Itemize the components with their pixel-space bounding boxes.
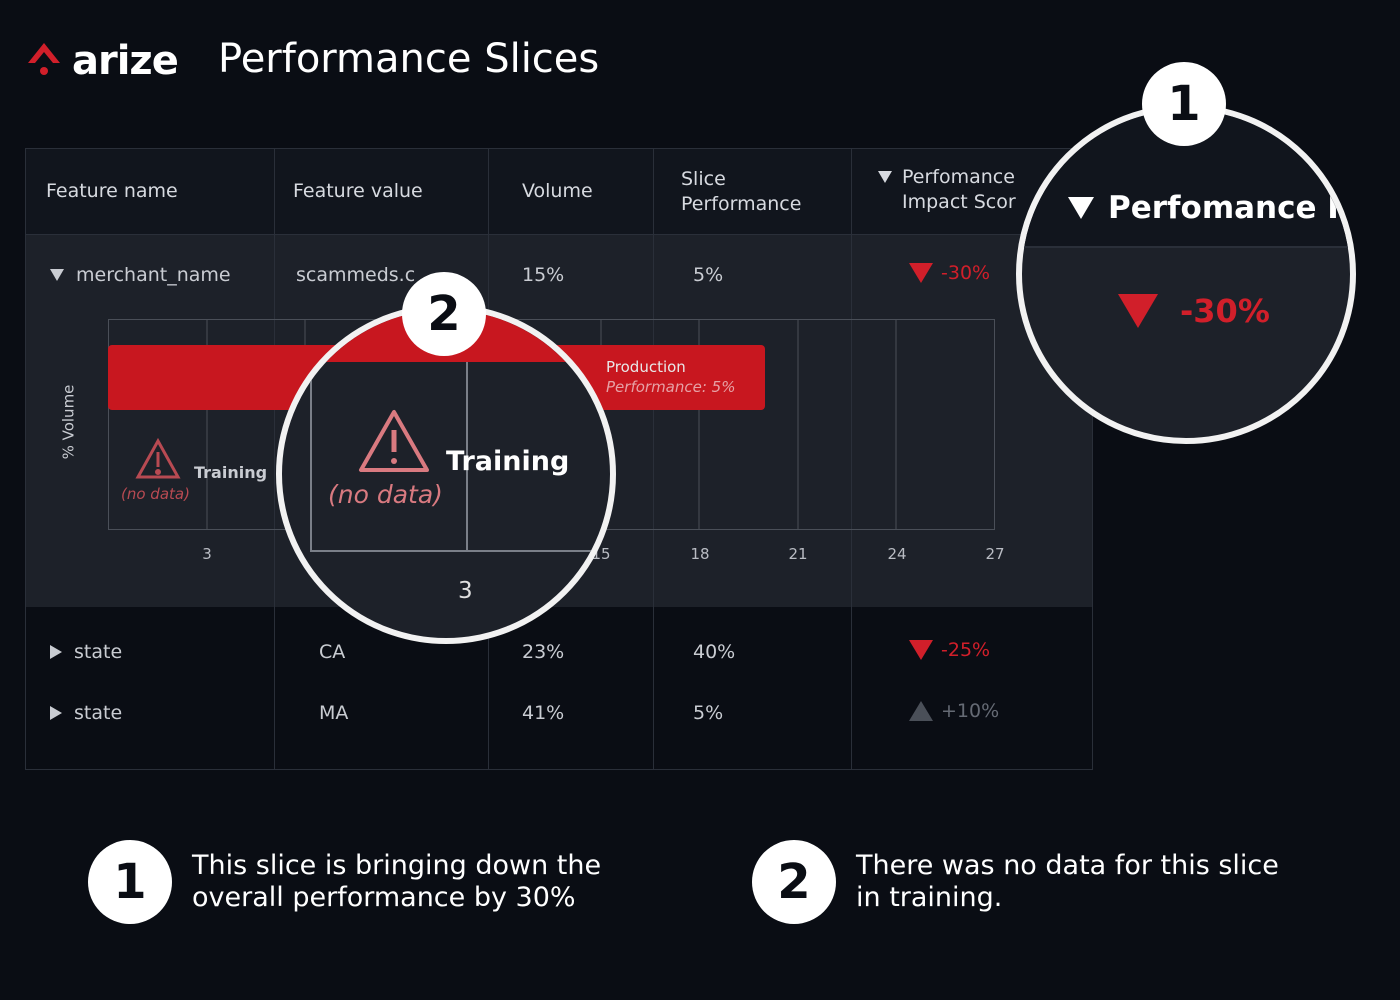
row-feature-value: scammeds.c — [296, 264, 416, 286]
header-feature-value[interactable]: Feature value — [293, 149, 423, 234]
impact-value: -30% — [941, 262, 991, 284]
no-data-label: (no data) — [121, 485, 190, 503]
zoom-impact-value: -30% — [1180, 292, 1270, 330]
header-slice-performance-line1: Slice — [681, 167, 726, 190]
zoom-no-data-label: (no data) — [328, 480, 443, 509]
brand-name: arize — [72, 38, 179, 84]
x-tick: 27 — [985, 545, 1005, 563]
y-axis-label: % Volume — [59, 384, 78, 460]
production-label: Production Performance: 5% — [606, 358, 736, 396]
zoom-tick: 3 — [458, 578, 473, 604]
header-impact-line1: Perfomance — [902, 166, 1015, 188]
sort-desc-icon — [1068, 197, 1094, 219]
warning-icon — [135, 437, 181, 479]
arrow-up-icon — [909, 701, 933, 721]
x-tick: 21 — [788, 545, 808, 563]
row-slice-performance: 5% — [693, 264, 724, 286]
x-tick: 18 — [690, 545, 710, 563]
row-feature-value: CA — [319, 641, 346, 663]
row-feature-name: state — [74, 641, 123, 663]
header-slice-performance-line2: Performance — [681, 192, 802, 215]
zoom-impact-header: Perfomance I — [1108, 190, 1339, 226]
impact-value: +10% — [941, 700, 1000, 722]
x-tick: 24 — [887, 545, 907, 563]
zoom-badge-1: 1 — [1142, 62, 1226, 146]
callout-text-1: This slice is bringing down the overall … — [192, 850, 602, 913]
expand-icon[interactable] — [50, 706, 62, 720]
header-volume[interactable]: Volume — [522, 149, 593, 234]
row-volume: 23% — [522, 641, 565, 663]
page-title: Performance Slices — [218, 36, 600, 82]
row-impact-score: +10% — [909, 700, 999, 722]
row-impact-score: -30% — [909, 262, 990, 284]
table-row-2-feature[interactable]: state — [50, 641, 122, 663]
zoom-training-label: Training — [446, 446, 570, 477]
zoom-badge-2: 2 — [402, 272, 486, 356]
x-tick: 3 — [202, 545, 212, 563]
expand-icon[interactable] — [50, 645, 62, 659]
row-volume: 41% — [522, 702, 565, 724]
callout-badge-1: 1 — [88, 840, 172, 924]
row-slice-performance: 40% — [693, 641, 736, 663]
header-feature-name[interactable]: Feature name — [46, 149, 178, 234]
zoom-circle-impact: Perfomance I -30% — [1016, 104, 1356, 444]
row-volume: 15% — [522, 264, 565, 286]
row-slice-performance: 5% — [693, 702, 724, 724]
header-impact-line2: Impact Scor — [902, 191, 1016, 213]
warning-icon — [359, 410, 429, 472]
header-slice-performance[interactable]: Slice Performance — [681, 149, 801, 234]
callout-badge-2: 2 — [752, 840, 836, 924]
row-feature-name: state — [74, 702, 123, 724]
arrow-down-icon — [909, 640, 933, 660]
row-impact-score: -25% — [909, 639, 990, 661]
arrow-down-icon — [1118, 294, 1158, 328]
row-feature-value: MA — [319, 702, 349, 724]
row-feature-name: merchant_name — [76, 264, 231, 286]
impact-value: -25% — [941, 639, 991, 661]
collapse-icon[interactable] — [50, 269, 64, 281]
table-row-1-feature[interactable]: merchant_name — [50, 264, 231, 286]
arize-logo-icon — [28, 43, 60, 75]
callout-text-2: There was no data for this slice in trai… — [856, 850, 1279, 913]
training-label: Training — [194, 463, 268, 482]
arize-logo: arize — [24, 38, 179, 84]
arrow-down-icon — [909, 263, 933, 283]
sort-desc-icon — [878, 171, 892, 183]
table-row-3-feature[interactable]: state — [50, 702, 122, 724]
